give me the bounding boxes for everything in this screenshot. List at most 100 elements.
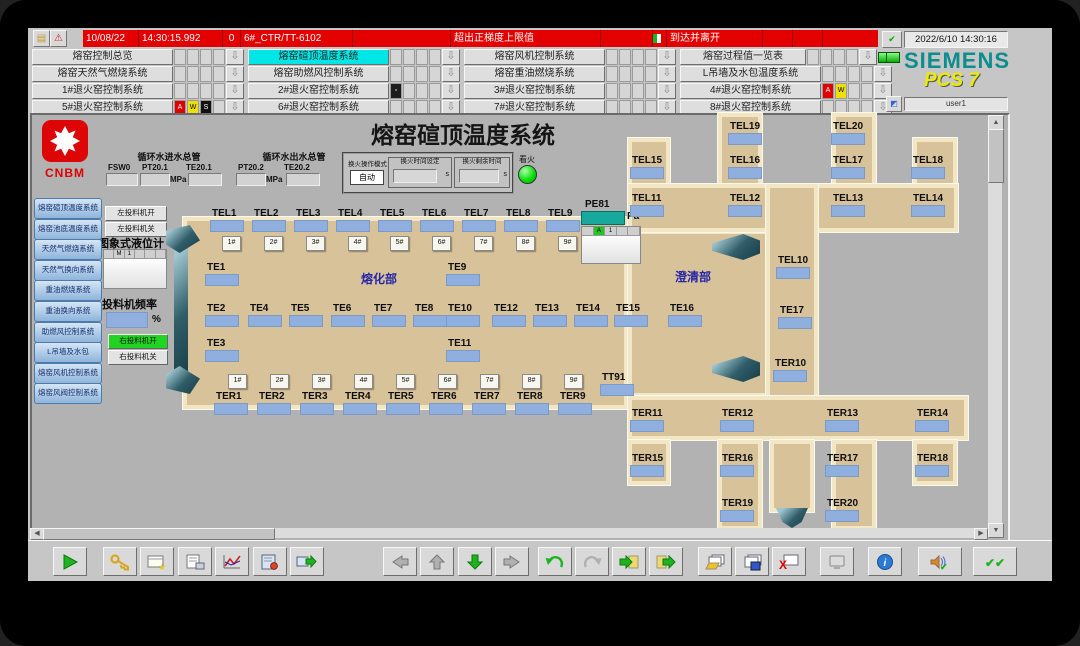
sensor-TER1-label: TER1 (216, 391, 242, 402)
bottom-port-3#: 3# (312, 374, 331, 389)
sensor-TE15-label: TE15 (616, 303, 640, 314)
fire-mode-button[interactable]: 自动 (350, 170, 384, 185)
pe81-value (581, 211, 625, 225)
pe81-instrument-widget[interactable]: A1 (581, 226, 641, 264)
menu-arrow-button[interactable]: ⇩ (658, 83, 676, 99)
right-feeder-close-button[interactable]: 右投料机关 (108, 350, 168, 365)
export-icon (296, 554, 317, 568)
menu-button-8[interactable]: 1#退火窑控制系统 (32, 83, 173, 99)
menu-button-0[interactable]: 熔窑控制总览 (32, 49, 173, 65)
sensor-TEL17-value (831, 167, 865, 179)
menu-arrow-button[interactable]: ⇩ (874, 66, 892, 82)
undo-button[interactable] (538, 547, 572, 576)
alarm-message-bar[interactable]: 10/08/22 14:30:15.992 0 6#_CTR/TT-6102 超… (83, 30, 878, 47)
v-scroll-up-icon[interactable]: ▲ (988, 115, 1004, 130)
menu-indicator (619, 49, 631, 65)
h-scroll-right-icon[interactable]: ▶ (974, 528, 988, 540)
menu-button-4[interactable]: 熔窑天然气燃烧系统 (32, 66, 173, 82)
menu-indicator (820, 49, 832, 65)
nav-forward-button[interactable] (495, 547, 529, 576)
sidebar-item-9[interactable]: 熔窑风机控制系统 (34, 362, 102, 384)
menu-button-5[interactable]: 熔窑助燃风控制系统 (248, 66, 389, 82)
inlet-tag-pt201: PT20.1 (142, 163, 168, 172)
sensor-TE10-label: TE10 (448, 303, 472, 314)
picture-in-button[interactable] (612, 547, 646, 576)
user-icon[interactable]: ◩ (886, 96, 902, 112)
sidebar-item-4[interactable]: 天然气换向系统 (34, 259, 102, 281)
level-gauge-widget[interactable]: M1 (103, 249, 167, 289)
delete-picture-button[interactable]: X (772, 547, 806, 576)
v-scroll-thumb[interactable] (988, 129, 1004, 183)
menu-arrow-button[interactable]: ⇩ (442, 83, 460, 99)
run-button[interactable] (53, 547, 87, 576)
menu-indicator (187, 83, 199, 99)
menu-button-3[interactable]: 熔窑过程值一览表 (680, 49, 806, 65)
menu-arrow-button[interactable]: ⇩ (226, 49, 244, 65)
sensor-TER2-label: TER2 (259, 391, 285, 402)
menu-button-1[interactable]: 熔窑碹顶温度系统 (248, 49, 389, 65)
picture-export-button[interactable] (290, 547, 324, 576)
menu-button-2[interactable]: 熔窑风机控制系统 (464, 49, 605, 65)
menu-arrow-button[interactable]: ⇩ (658, 49, 676, 65)
menu-arrow-button[interactable]: ⇩ (226, 66, 244, 82)
sidebar-item-6[interactable]: 重油换向系统 (34, 301, 102, 322)
menu-arrow-button[interactable]: ⇩ (442, 66, 460, 82)
sidebar-item-7[interactable]: 助燃风控制系统 (34, 321, 102, 343)
h-scroll-left-icon[interactable]: ◀ (30, 528, 44, 540)
menu-button-6[interactable]: 熔窑重油燃烧系统 (464, 66, 605, 82)
menu-button-7[interactable]: L吊墙及水包温度系统 (680, 66, 821, 82)
svg-text:★: ★ (158, 562, 166, 571)
sidebar-item-5[interactable]: 重油燃烧系统 (34, 280, 102, 302)
menu-arrow-button[interactable]: ⇩ (442, 49, 460, 65)
fire-set-time-value[interactable] (393, 169, 437, 183)
inlet-tag-te201: TE20.1 (186, 163, 212, 172)
right-feeder-open-button[interactable]: 右投料机开 (108, 334, 168, 349)
save-pictures-button[interactable] (735, 547, 769, 576)
redo-button[interactable] (575, 547, 609, 576)
sensor-TE13-value (533, 315, 567, 327)
alarm-warning-icon[interactable]: ⚠ (50, 30, 67, 47)
login-button[interactable] (103, 547, 137, 576)
fire-mode-label: 换火操作模式 (348, 161, 387, 168)
display-button[interactable] (820, 547, 854, 576)
sidebar-item-3[interactable]: 天然气燃烧系统 (34, 239, 102, 261)
picture-out-button[interactable] (649, 547, 683, 576)
nav-down-button[interactable] (458, 547, 492, 576)
sensor-TEL4-value (336, 220, 370, 232)
menu-arrow-button[interactable]: ⇩ (859, 49, 877, 65)
sidebar-item-8[interactable]: L吊墙及水包 (34, 342, 102, 364)
audio-ack-button[interactable]: ✔ (918, 547, 962, 576)
menu-arrow-button[interactable]: ⇩ (658, 66, 676, 82)
sidebar-item-1[interactable]: 熔窑碹顶温度系统 (34, 198, 102, 219)
menu-indicator (403, 66, 415, 82)
trend-icon (223, 554, 241, 568)
trend-button[interactable] (215, 547, 249, 576)
ack-all-button[interactable]: ✔✔ (973, 547, 1017, 576)
measurement-log-button[interactable] (253, 547, 287, 576)
sidebar-item-2[interactable]: 熔窑池底温度系统 (34, 218, 102, 240)
menu-button-10[interactable]: 3#退火窑控制系统 (464, 83, 605, 99)
open-pictures-button[interactable] (698, 547, 732, 576)
menu-arrow-button[interactable]: ⇩ (226, 83, 244, 99)
menu-indicator (213, 49, 225, 65)
sensor-TER3-label: TER3 (302, 391, 328, 402)
svg-text:✔✔: ✔✔ (985, 556, 1005, 570)
pictures-icon[interactable]: ▤ (33, 30, 50, 47)
nav-up-button[interactable] (420, 547, 454, 576)
v-scroll-down-icon[interactable]: ▼ (988, 523, 1004, 538)
horn-ack-icon: ✔ (930, 554, 948, 571)
menu-cell-2: 熔窑风机控制系统 ⇩ (464, 49, 680, 65)
menu-button-9[interactable]: 2#退火窑控制系统 (248, 83, 389, 99)
fire-remain-time-value (459, 169, 499, 183)
h-scroll-thumb[interactable] (43, 528, 275, 540)
report-button[interactable] (178, 547, 212, 576)
sidebar-item-10[interactable]: 熔窑风阀控制系统 (34, 383, 102, 405)
info-button[interactable]: i (868, 547, 902, 576)
nav-back-button[interactable] (383, 547, 417, 576)
menu-button-11[interactable]: 4#退火窑控制系统 (680, 83, 821, 99)
new-picture-button[interactable]: ★ (140, 547, 174, 576)
pcs7-window: ▤ ⚠ 10/08/22 14:30:15.992 0 6#_CTR/TT-61… (28, 28, 1052, 581)
alarm-ack-icon[interactable]: ✔ (882, 31, 902, 48)
sensor-TEL13-value (831, 205, 865, 217)
left-feeder-open-button[interactable]: 左投料机开 (105, 206, 167, 221)
